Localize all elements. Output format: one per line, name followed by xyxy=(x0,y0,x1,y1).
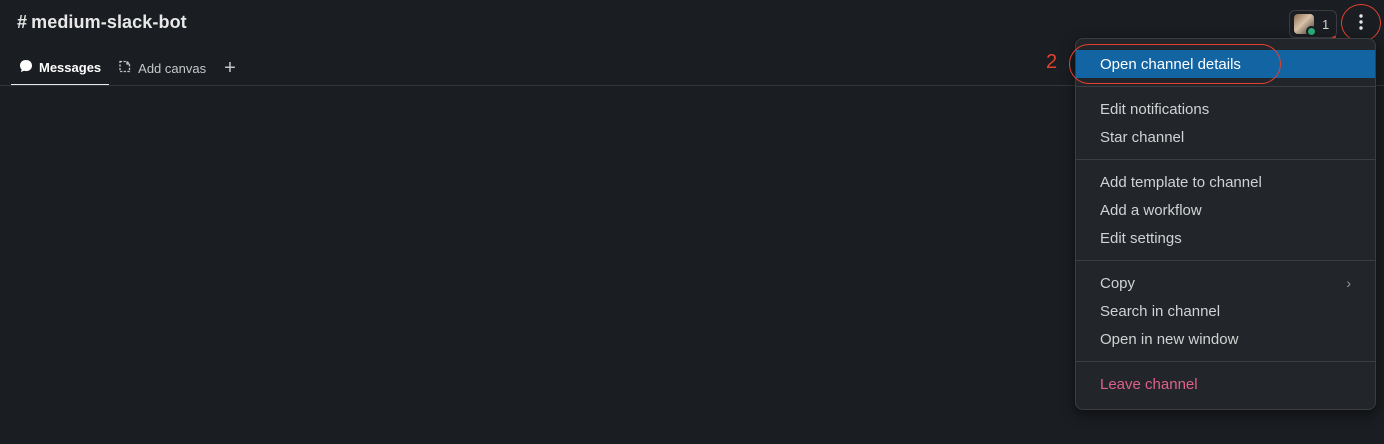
menu-item-edit-settings[interactable]: Edit settings xyxy=(1076,224,1375,252)
menu-item-open-channel-details[interactable]: Open channel details xyxy=(1076,50,1375,78)
menu-item-leave-channel[interactable]: Leave channel xyxy=(1076,370,1375,398)
menu-item-search-in-channel[interactable]: Search in channel xyxy=(1076,297,1375,325)
menu-item-label: Copy xyxy=(1100,274,1136,292)
menu-divider xyxy=(1076,361,1375,362)
menu-item-label: Star channel xyxy=(1100,128,1185,146)
tab-add-canvas-label: Add canvas xyxy=(138,60,207,76)
channel-tabs: Messages Add canvas + xyxy=(11,50,246,86)
tab-messages[interactable]: Messages xyxy=(11,50,110,86)
channel-title[interactable]: # medium-slack-bot xyxy=(17,12,187,33)
avatar xyxy=(1294,14,1317,37)
menu-item-label: Open channel details xyxy=(1100,55,1241,73)
menu-item-label: Add template to channel xyxy=(1100,173,1262,191)
menu-item-label: Search in channel xyxy=(1100,302,1221,320)
presence-indicator xyxy=(1306,26,1317,37)
more-options-button[interactable] xyxy=(1347,10,1375,38)
menu-item-open-new-window[interactable]: Open in new window xyxy=(1076,325,1375,353)
canvas-icon xyxy=(117,59,132,77)
menu-item-add-workflow[interactable]: Add a workflow xyxy=(1076,196,1375,224)
menu-item-label: Leave channel xyxy=(1100,375,1198,393)
menu-item-edit-notifications[interactable]: Edit notifications xyxy=(1076,95,1375,123)
menu-item-star-channel[interactable]: Star channel xyxy=(1076,123,1375,151)
chevron-right-icon: › xyxy=(1346,275,1351,291)
add-tab-button[interactable]: + xyxy=(214,50,246,86)
annotation-number-2: 2 xyxy=(1046,51,1058,73)
menu-divider xyxy=(1076,159,1375,160)
channel-name: medium-slack-bot xyxy=(31,12,187,32)
message-bubble-icon xyxy=(19,59,33,76)
kebab-icon xyxy=(1359,13,1363,35)
menu-item-label: Edit notifications xyxy=(1100,100,1210,118)
tab-messages-label: Messages xyxy=(39,59,102,75)
menu-divider xyxy=(1076,260,1375,261)
hash-icon: # xyxy=(17,12,28,32)
menu-item-label: Open in new window xyxy=(1100,330,1239,348)
channel-view: # medium-slack-bot Messages Add canvas + xyxy=(0,0,1384,444)
channel-options-menu: Open channel details Edit notifications … xyxy=(1075,38,1376,410)
menu-item-add-template[interactable]: Add template to channel xyxy=(1076,168,1375,196)
tab-add-canvas[interactable]: Add canvas xyxy=(109,50,214,86)
plus-icon: + xyxy=(224,56,236,79)
member-count: 1 xyxy=(1322,16,1330,32)
menu-item-copy[interactable]: Copy › xyxy=(1076,269,1375,297)
menu-divider xyxy=(1076,86,1375,87)
menu-item-label: Add a workflow xyxy=(1100,201,1202,219)
menu-item-label: Edit settings xyxy=(1100,229,1182,247)
